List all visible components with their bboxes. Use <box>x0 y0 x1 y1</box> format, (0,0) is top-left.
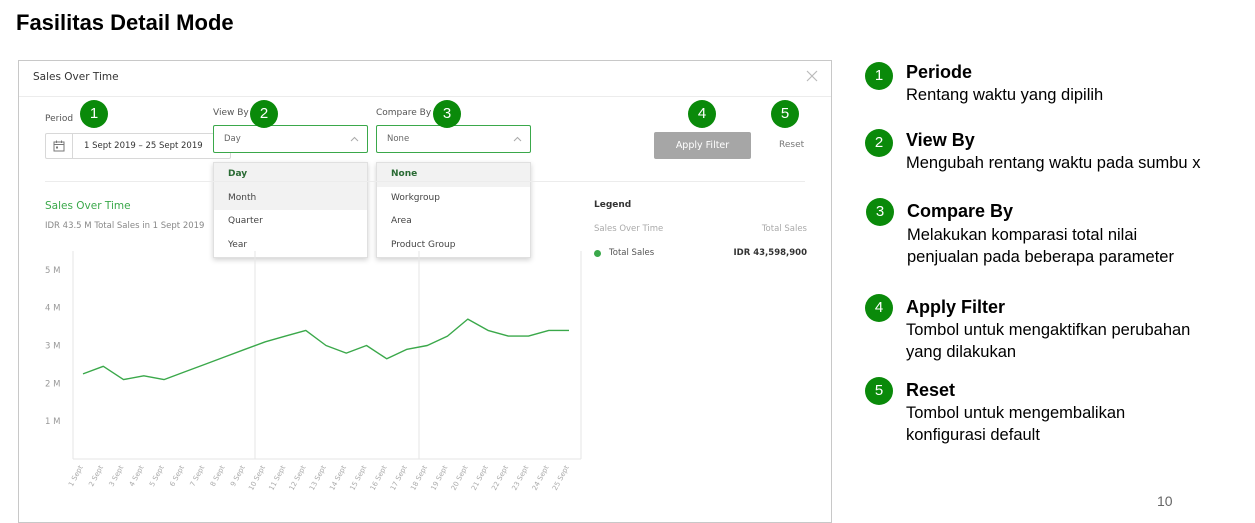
x-tick-label: 14 Sept <box>328 464 348 492</box>
view-by-option-month[interactable]: Month <box>214 186 367 210</box>
calendar-icon <box>53 140 65 152</box>
desc-badge-3: 3 <box>866 198 894 226</box>
desc-badge-4: 4 <box>865 294 893 322</box>
x-tick-label: 16 Sept <box>369 464 389 492</box>
y-tick-label: 4 M <box>45 304 60 314</box>
period-label: Period <box>45 114 74 124</box>
compare-by-label: Compare By <box>376 108 432 118</box>
y-tick-label: 3 M <box>45 342 60 352</box>
view-by-value: Day <box>224 134 241 144</box>
x-tick-label: 6 Sept <box>168 464 186 488</box>
y-tick-label: 5 M <box>45 266 60 276</box>
callout-badge-2: 2 <box>250 100 278 128</box>
sales-over-time-panel: Sales Over Time Period 1 Sept 2019 – 25 … <box>18 60 832 523</box>
desc-badge-2: 2 <box>865 129 893 157</box>
panel-title: Sales Over Time <box>33 71 119 83</box>
legend-series-name: Total Sales <box>609 248 655 258</box>
desc-text-reset-1: Tombol untuk mengembalikan <box>906 404 1126 422</box>
compare-by-option-area[interactable]: Area <box>377 210 530 234</box>
series-line-total-sales <box>82 318 569 381</box>
legend-series-value: IDR 43,598,900 <box>733 248 808 258</box>
y-tick-label: 2 M <box>45 379 60 389</box>
x-tick-label: 25 Sept <box>551 464 571 492</box>
x-tick-label: 11 Sept <box>267 464 287 492</box>
chart-subtitle: IDR 43.5 M Total Sales in 1 Sept 2019 <box>45 221 205 231</box>
callout-badge-1: 1 <box>80 100 108 128</box>
x-tick-label: 3 Sept <box>108 464 126 488</box>
x-tick-label: 4 Sept <box>128 464 146 488</box>
x-tick-label: 19 Sept <box>429 464 449 492</box>
desc-text-apply-filter-2: yang dilakukan <box>906 343 1017 361</box>
desc-title-reset: Reset <box>906 380 956 400</box>
x-tick-label: 1 Sept <box>67 464 85 488</box>
reset-button[interactable]: Reset <box>779 140 804 150</box>
chart-title: Sales Over Time <box>45 200 131 212</box>
desc-badge-5: 5 <box>865 377 893 405</box>
x-tick-label: 10 Sept <box>247 464 267 492</box>
callout-badge-5: 5 <box>771 100 799 128</box>
desc-title-apply-filter: Apply Filter <box>906 297 1006 317</box>
compare-by-select[interactable]: None <box>376 125 531 153</box>
x-tick-label: 23 Sept <box>510 464 530 492</box>
view-by-select[interactable]: Day <box>213 125 368 153</box>
desc-badge-1: 1 <box>865 62 893 90</box>
x-tick-label: 20 Sept <box>450 464 470 492</box>
view-by-option-quarter[interactable]: Quarter <box>214 210 367 234</box>
x-tick-label: 24 Sept <box>531 464 551 492</box>
legend-color-dot <box>594 250 601 257</box>
legend-col-left: Sales Over Time <box>594 224 664 234</box>
close-icon[interactable] <box>805 69 819 83</box>
desc-text-compare-by-2: penjualan pada beberapa parameter <box>907 248 1174 266</box>
x-tick-label: 13 Sept <box>308 464 328 492</box>
x-tick-label: 9 Sept <box>229 464 247 488</box>
x-tick-label: 2 Sept <box>87 464 105 488</box>
callout-badge-4: 4 <box>688 100 716 128</box>
desc-text-compare-by-1: Melakukan komparasi total nilai <box>907 226 1138 244</box>
desc-title-compare-by: Compare By <box>907 201 1014 221</box>
x-tick-label: 17 Sept <box>389 464 409 492</box>
compare-by-dropdown: None Workgroup Area Product Group <box>376 162 531 258</box>
chevron-up-icon <box>513 136 522 142</box>
panel-header: Sales Over Time <box>19 61 831 97</box>
compare-by-value: None <box>387 134 410 144</box>
x-tick-label: 18 Sept <box>409 464 429 492</box>
x-tick-label: 8 Sept <box>209 464 227 488</box>
desc-text-apply-filter-1: Tombol untuk mengaktifkan perubahan <box>906 321 1191 339</box>
legend-col-right: Total Sales <box>761 224 807 234</box>
page-number: 10 <box>1157 493 1173 509</box>
desc-text-view-by: Mengubah rentang waktu pada sumbu x <box>906 154 1201 172</box>
period-date-picker[interactable]: 1 Sept 2019 – 25 Sept 2019 <box>45 133 232 159</box>
compare-by-option-workgroup[interactable]: Workgroup <box>377 187 530 211</box>
view-by-label: View By <box>213 108 249 118</box>
desc-title-view-by: View By <box>906 130 975 150</box>
slide-title: Fasilitas Detail Mode <box>16 10 234 35</box>
chevron-up-icon <box>350 136 359 142</box>
calendar-button[interactable] <box>46 134 73 158</box>
y-tick-label: 1 M <box>45 417 60 427</box>
compare-by-option-none[interactable]: None <box>377 163 530 187</box>
apply-filter-button[interactable]: Apply Filter <box>654 132 751 159</box>
callout-badge-3: 3 <box>433 100 461 128</box>
view-by-dropdown: Day Month Quarter Year <box>213 162 368 258</box>
legend-title: Legend <box>594 200 632 210</box>
x-tick-label: 7 Sept <box>189 464 207 488</box>
desc-text-periode: Rentang waktu yang dipilih <box>906 86 1104 104</box>
x-tick-label: 5 Sept <box>148 464 166 488</box>
x-tick-label: 12 Sept <box>288 464 308 492</box>
sales-line-chart: 1 M 2 M 3 M 4 M 5 M 1 Sept 2 Sept 3 Sept 4 Sept 5… <box>45 251 582 492</box>
view-by-option-day[interactable]: Day <box>214 163 367 187</box>
desc-text-reset-2: konfigurasi default <box>906 426 1040 444</box>
x-tick-label: 22 Sept <box>490 464 510 492</box>
desc-title-periode: Periode <box>906 62 973 82</box>
x-tick-label: 15 Sept <box>348 464 368 492</box>
period-value: 1 Sept 2019 – 25 Sept 2019 <box>84 141 203 151</box>
x-tick-label: 21 Sept <box>470 464 490 492</box>
divider <box>45 181 805 182</box>
